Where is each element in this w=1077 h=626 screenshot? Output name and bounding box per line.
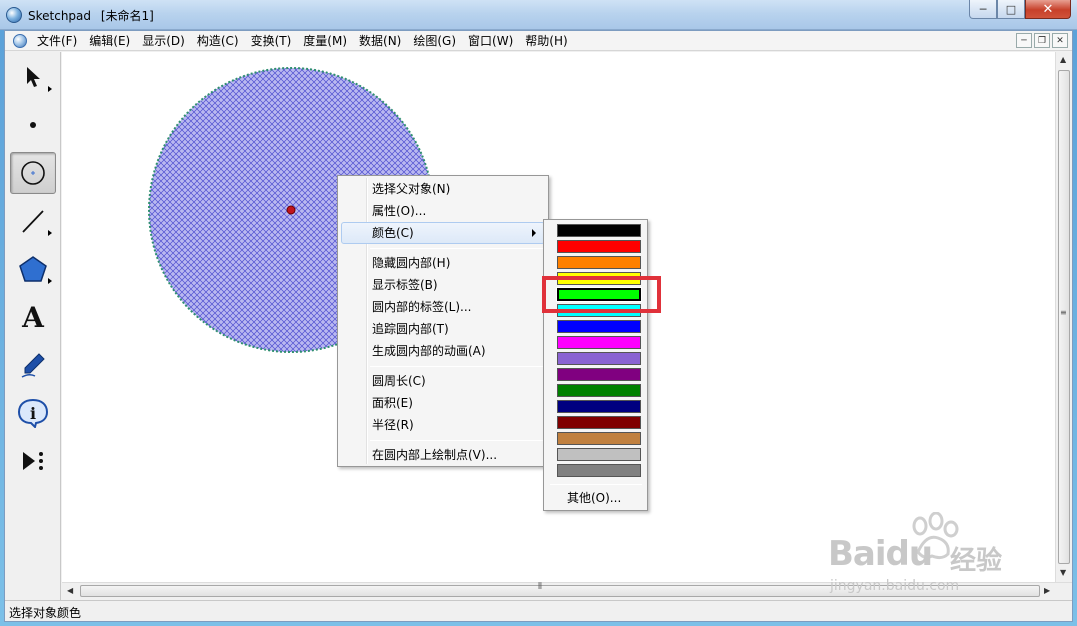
color-swatch[interactable] [557,352,641,365]
color-swatch[interactable] [557,368,641,381]
menu-window[interactable]: 窗口(W) [462,32,519,49]
color-swatch[interactable] [557,256,641,269]
menu-plot-point-on-interior[interactable]: 在圆内部上绘制点(V)... [341,444,545,466]
svg-text:i: i [30,404,36,423]
scroll-down-icon[interactable]: ▼ [1060,568,1066,577]
marker-tool[interactable] [10,344,56,386]
vertical-scroll-thumb[interactable] [1058,70,1070,564]
menu-help[interactable]: 帮助(H) [519,32,573,49]
document-controls: ─ ❐ ✕ [1016,33,1068,48]
menu-construct[interactable]: 构造(C) [191,32,245,49]
window-controls: ─ □ ✕ [969,0,1071,20]
menu-properties[interactable]: 属性(O)... [341,200,545,222]
menu-transform[interactable]: 变换(T) [245,32,298,49]
submenu-arrow-icon [532,229,536,237]
scroll-up-icon[interactable]: ▲ [1060,55,1066,64]
sketchpad-app-icon [6,7,22,23]
document-minimize-button[interactable]: ─ [1016,33,1032,48]
menu-hide-interior[interactable]: 隐藏圆内部(H) [341,252,545,274]
straightedge-tool-icon [22,210,44,233]
window-title: Sketchpad [未命名1] [28,7,154,24]
menu-separator [370,440,544,441]
menu-separator [550,484,642,485]
horizontal-scroll-thumb[interactable] [80,585,1040,597]
scroll-right-icon[interactable]: ▶ [1044,586,1050,595]
menu-measure[interactable]: 度量(M) [297,32,353,49]
menu-radius[interactable]: 半径(R) [341,414,545,436]
polygon-tool-icon [19,256,47,282]
menu-bar: 文件(F) 编辑(E) 显示(D) 构造(C) 变换(T) 度量(M) 数据(N… [5,31,1072,51]
menu-animate-interior[interactable]: 生成圆内部的动画(A) [341,340,545,362]
color-swatch[interactable] [557,224,641,237]
menu-circumference[interactable]: 圆周长(C) [341,370,545,392]
menu-show-label[interactable]: 显示标签(B) [341,274,545,296]
straightedge-tool[interactable] [10,200,56,242]
scroll-grip-icon: ⦀ [538,582,542,592]
menu-file[interactable]: 文件(F) [31,32,83,49]
selection-highlight [542,276,661,313]
close-button[interactable]: ✕ [1025,0,1071,19]
document-restore-button[interactable]: ❐ [1034,33,1050,48]
color-swatch[interactable] [557,336,641,349]
information-tool[interactable]: i [10,392,56,434]
color-submenu: 其他(O)... [543,219,648,511]
color-swatch[interactable] [557,400,641,413]
scroll-grip-icon: ≡ [1060,308,1067,317]
color-swatch[interactable] [557,240,641,253]
menu-graph[interactable]: 绘图(G) [407,32,462,49]
minimize-button[interactable]: ─ [969,0,997,19]
status-text: 选择对象颜色 [9,606,82,620]
horizontal-scrollbar[interactable]: ◀ ⦀ ▶ [62,582,1072,599]
submenu-arrow-icon [48,278,52,284]
polygon-tool[interactable] [10,248,56,290]
document-icon[interactable] [13,33,27,48]
menu-edit[interactable]: 编辑(E) [83,32,136,49]
other-color-button[interactable]: 其他(O)... [567,489,621,506]
app-name: Sketchpad [28,9,92,23]
menu-display[interactable]: 显示(D) [136,32,191,49]
submenu-arrow-icon [48,86,52,92]
arrow-tool-icon [27,67,40,87]
status-bar: 选择对象颜色 [5,600,1072,621]
menu-separator [370,366,544,367]
title-bar: Sketchpad [未命名1] ─ □ ✕ [0,0,1077,30]
compass-tool[interactable] [10,152,56,194]
information-tool-icon: i [17,398,49,428]
color-swatch[interactable] [557,432,641,445]
point-tool[interactable] [10,104,56,146]
menu-interior-label[interactable]: 圆内部的标签(L)... [341,296,545,318]
toolbox: A i [5,52,61,600]
document-close-button[interactable]: ✕ [1052,33,1068,48]
document-title: [未命名1] [100,9,154,23]
scroll-left-icon[interactable]: ◀ [67,586,73,595]
color-swatch[interactable] [557,384,641,397]
arrow-tool[interactable] [10,56,56,98]
custom-tool[interactable] [10,440,56,482]
text-tool[interactable]: A [10,296,56,338]
menu-color[interactable]: 颜色(C) [341,222,545,244]
text-tool-icon: A [22,300,44,334]
submenu-arrow-icon [48,230,52,236]
menu-data[interactable]: 数据(N) [353,32,407,49]
marker-tool-icon [21,353,45,378]
point-tool-icon [30,122,36,128]
circle-center-point[interactable] [286,205,296,215]
color-swatch[interactable] [557,320,641,333]
color-swatch[interactable] [557,464,641,477]
menu-area[interactable]: 面积(E) [341,392,545,414]
menu-trace-interior[interactable]: 追踪圆内部(T) [341,318,545,340]
compass-tool-icon [21,161,45,185]
vertical-scrollbar[interactable]: ▲ ≡ ▼ [1055,52,1072,582]
menu-color-label: 颜色(C) [372,226,414,240]
color-swatch[interactable] [557,448,641,461]
menu-select-parent[interactable]: 选择父对象(N) [341,178,545,200]
menu-separator [370,248,544,249]
context-menu: 选择父对象(N) 属性(O)... 颜色(C) 隐藏圆内部(H) 显示标签(B)… [337,175,549,467]
custom-tool-icon [23,452,43,470]
maximize-button[interactable]: □ [997,0,1025,19]
color-swatch[interactable] [557,416,641,429]
